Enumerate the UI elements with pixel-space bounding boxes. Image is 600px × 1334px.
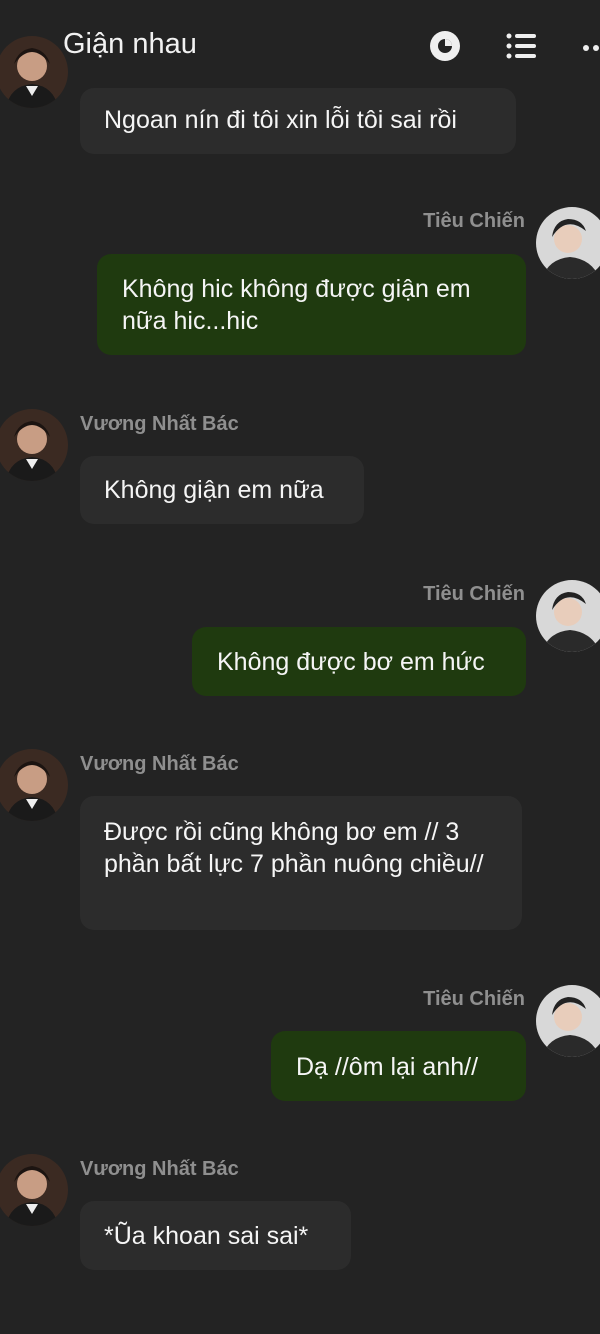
message-bubble: Được rồi cũng không bơ em // 3 phần bất … (80, 796, 522, 930)
avatar[interactable] (0, 1154, 68, 1226)
timer-icon[interactable] (429, 30, 461, 62)
message-text: Dạ //ôm lại anh// (296, 1053, 479, 1081)
avatar[interactable] (536, 985, 600, 1057)
avatar[interactable] (0, 409, 68, 481)
avatar[interactable] (0, 749, 68, 821)
message-bubble: Không được bơ em hức (192, 627, 526, 696)
message-bubble: Dạ //ôm lại anh// (271, 1031, 526, 1101)
avatar[interactable] (536, 580, 600, 652)
sender-name: Tiêu Chiến (423, 988, 525, 1010)
sender-name: Vương Nhất Bác (80, 1158, 239, 1180)
message-text: Được rồi cũng không bơ em // 3 phần bất … (104, 818, 484, 878)
sender-name: Tiêu Chiến (423, 210, 525, 232)
list-icon[interactable] (506, 31, 536, 61)
more-options-icon[interactable] (582, 44, 600, 52)
sender-name: Vương Nhất Bác (80, 413, 239, 435)
message-bubble: *Ũa khoan sai sai* (80, 1201, 351, 1270)
message-text: *Ũa khoan sai sai* (104, 1222, 309, 1250)
message-text: Không được bơ em hức (217, 648, 485, 676)
sender-name: Tiêu Chiến (423, 583, 525, 605)
avatar[interactable] (536, 207, 600, 279)
message-bubble: Không hic không được giận em nữa hic...h… (97, 254, 526, 355)
avatar[interactable] (0, 36, 68, 108)
sender-name: Vương Nhất Bác (80, 753, 239, 775)
message-text: Không hic không được giận em nữa hic...h… (122, 275, 471, 335)
message-bubble: Không giận em nữa (80, 456, 364, 524)
message-bubble: Ngoan nín đi tôi xin lỗi tôi sai rồi (80, 88, 516, 154)
top-bar: Giận nhau (0, 0, 600, 92)
page-title: Giận nhau (63, 28, 197, 60)
message-text: Ngoan nín đi tôi xin lỗi tôi sai rồi (104, 106, 457, 134)
message-text: Không giận em nữa (104, 476, 324, 504)
